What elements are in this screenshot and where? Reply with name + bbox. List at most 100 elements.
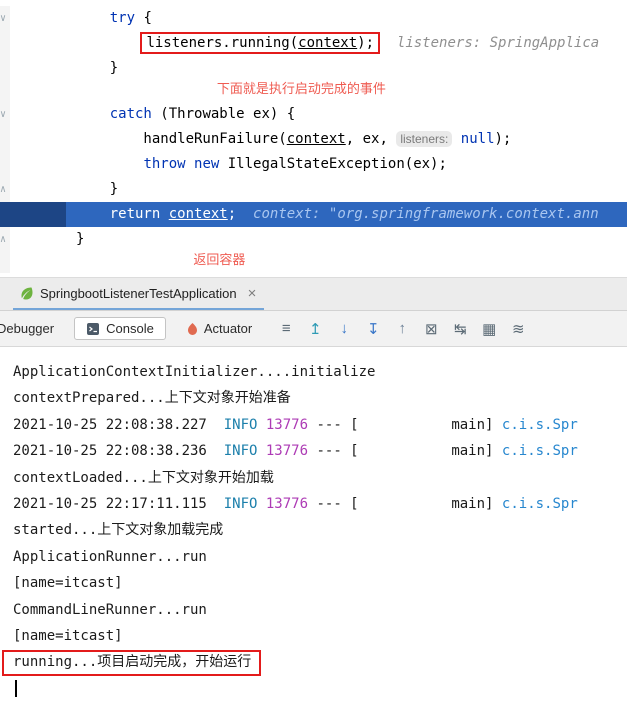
run-tab[interactable]: SpringbootListenerTestApplication × bbox=[13, 278, 265, 310]
tab-console[interactable]: Console bbox=[74, 317, 166, 340]
console-line: started...上下文对象加载完成 bbox=[13, 517, 627, 543]
annotation-box: running...项目启动完成，开始运行 bbox=[2, 650, 262, 677]
console-segment: contextLoaded...上下文对象开始加载 bbox=[13, 469, 274, 486]
console-segment: [name=itcast] bbox=[13, 575, 123, 592]
scroll-to-end-icon[interactable]: ↧ bbox=[363, 320, 383, 338]
console-line: 2021-10-25 22:17:11.115 INFO 13776 --- [… bbox=[13, 491, 627, 517]
console-line bbox=[13, 676, 627, 701]
code-segment: null bbox=[460, 131, 495, 147]
code-line[interactable]: 下面就是执行启动完成的事件 bbox=[0, 81, 627, 102]
console-icon bbox=[86, 322, 100, 336]
console-segment bbox=[257, 496, 265, 512]
console-line: 2021-10-25 22:08:38.227 INFO 13776 --- [… bbox=[13, 412, 627, 438]
editor-lines: ∨ try { listeners.running(context); list… bbox=[0, 6, 627, 273]
jump-to-source-icon[interactable]: ↹ bbox=[450, 320, 470, 338]
code-line[interactable]: 返回容器 bbox=[0, 252, 627, 273]
code-segment: ; bbox=[227, 206, 254, 222]
code-segment: ); bbox=[357, 35, 375, 51]
code-segment: 下面就是执行启动完成的事件 bbox=[216, 82, 386, 97]
code-line[interactable]: ∨ try { bbox=[0, 6, 627, 31]
up-the-stack-trace-icon[interactable]: ↥ bbox=[305, 320, 325, 338]
code-segment: IllegalStateException(ex); bbox=[219, 156, 447, 172]
console-toolbar: Debugger Console Actuator ≡ ↥ ↓ ↧ ↑ ⊠ ↹ ▦ ≋ bbox=[0, 311, 627, 347]
console-segment: CommandLineRunner...run bbox=[13, 601, 207, 618]
scroll-to-top-icon[interactable]: ↑ bbox=[392, 320, 412, 337]
code-segment: listeners: bbox=[396, 131, 453, 147]
console-segment: 13776 bbox=[265, 443, 309, 460]
code-segment: , ex, bbox=[345, 131, 397, 147]
console-segment: 2021-10-25 22:17:11.115 bbox=[13, 495, 224, 512]
console-segment: main] bbox=[358, 416, 502, 433]
code-line[interactable]: } bbox=[0, 56, 627, 81]
console-segment: INFO bbox=[223, 443, 258, 460]
close-tab-icon[interactable]: × bbox=[248, 285, 257, 302]
text-caret bbox=[15, 680, 17, 698]
fold-up-icon[interactable]: ∧ bbox=[0, 177, 6, 202]
console-segment: main] bbox=[358, 495, 502, 512]
code-line[interactable]: return context; context: "org.springfram… bbox=[0, 202, 627, 227]
console-line: [name=itcast] bbox=[13, 570, 627, 596]
console-segment: 13776 bbox=[265, 416, 309, 433]
code-text: try { bbox=[66, 6, 627, 31]
tab-debugger[interactable]: Debugger bbox=[0, 317, 62, 340]
code-segment: } bbox=[76, 181, 119, 197]
code-line[interactable]: listeners.running(context); listeners: S… bbox=[0, 31, 627, 56]
tab-actuator[interactable]: Actuator bbox=[178, 317, 260, 340]
code-editor[interactable]: ∨ try { listeners.running(context); list… bbox=[0, 0, 627, 277]
code-line[interactable]: ∨ catch (Throwable ex) { bbox=[0, 102, 627, 127]
console-segment: contextPrepared...上下文对象开始准备 bbox=[13, 390, 291, 407]
code-segment: throw bbox=[143, 156, 186, 172]
code-segment: context bbox=[298, 35, 358, 51]
console-segment: started...上下文对象加载完成 bbox=[13, 522, 224, 539]
code-line[interactable]: throw new IllegalStateException(ex); bbox=[0, 152, 627, 177]
ide-window: ∨ try { listeners.running(context); list… bbox=[0, 0, 627, 701]
console-segment: ApplicationRunner...run bbox=[13, 548, 207, 565]
editor-gutter-cell bbox=[0, 152, 66, 177]
console-output[interactable]: ApplicationContextInitializer....initial… bbox=[0, 347, 627, 701]
restore-layout-icon[interactable]: ▦ bbox=[479, 320, 499, 338]
code-segment: listeners: SpringApplica bbox=[396, 35, 600, 51]
code-text: 下面就是执行启动完成的事件 bbox=[66, 81, 627, 102]
soft-wrap-icon[interactable]: ≋ bbox=[508, 320, 528, 338]
console-segment: c.i.s.Spr bbox=[501, 443, 578, 460]
code-line[interactable]: handleRunFailure(context, ex, listeners:… bbox=[0, 127, 627, 152]
code-text: listeners.running(context); listeners: S… bbox=[66, 31, 627, 56]
fold-up-icon[interactable]: ∧ bbox=[0, 227, 6, 252]
editor-gutter-cell bbox=[0, 31, 66, 56]
code-segment: } bbox=[76, 60, 119, 76]
console-segment: c.i.s.Spr bbox=[501, 416, 578, 433]
code-text: } bbox=[66, 227, 627, 252]
clear-all-icon[interactable]: ⊠ bbox=[421, 320, 441, 338]
console-line: ApplicationContextInitializer....initial… bbox=[13, 359, 627, 385]
code-segment: listeners.running( bbox=[146, 35, 299, 51]
editor-gutter-cell: ∧ bbox=[0, 177, 66, 202]
code-segment: ); bbox=[494, 131, 512, 147]
down-the-stack-trace-icon[interactable]: ↓ bbox=[334, 320, 354, 337]
layout-settings-icon[interactable]: ≡ bbox=[276, 320, 296, 337]
actuator-flame-icon bbox=[186, 322, 199, 336]
fold-down-icon[interactable]: ∨ bbox=[0, 6, 6, 31]
code-segment: } bbox=[76, 231, 85, 247]
console-segment: --- [ bbox=[308, 416, 359, 433]
code-text: 返回容器 bbox=[66, 252, 627, 273]
editor-gutter-cell bbox=[0, 202, 66, 227]
console-segment bbox=[257, 417, 265, 433]
code-line[interactable]: ∧} bbox=[0, 227, 627, 252]
code-segment: { bbox=[135, 10, 152, 26]
code-text: handleRunFailure(context, ex, listeners:… bbox=[66, 127, 627, 152]
code-line[interactable]: ∧ } bbox=[0, 177, 627, 202]
console-segment: --- [ bbox=[308, 443, 359, 460]
code-segment: context bbox=[168, 206, 228, 222]
console-segment: 2021-10-25 22:08:38.227 bbox=[13, 416, 224, 433]
fold-down-icon[interactable]: ∨ bbox=[0, 102, 6, 127]
code-segment: handleRunFailure( bbox=[76, 131, 287, 147]
run-tab-title: SpringbootListenerTestApplication bbox=[40, 285, 237, 301]
console-line: contextPrepared...上下文对象开始准备 bbox=[13, 385, 627, 411]
